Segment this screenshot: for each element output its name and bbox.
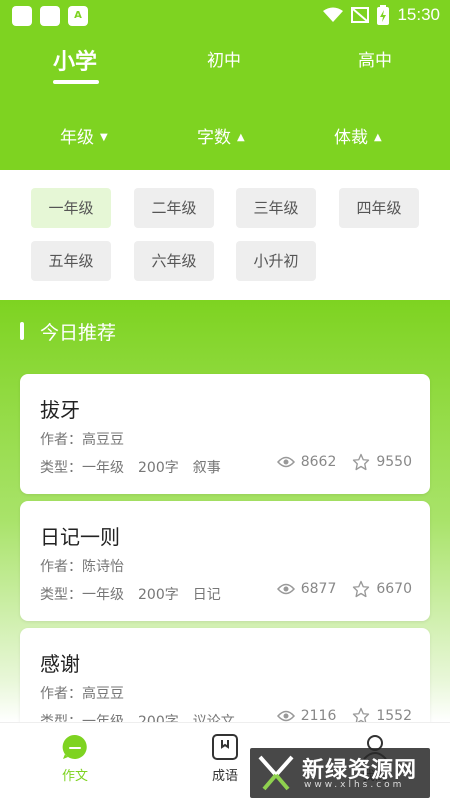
article-meta: 类型：一年级 200字 日记 (40, 584, 235, 604)
article-author: 作者：陈诗怡 (40, 559, 124, 575)
star-icon[interactable] (352, 453, 370, 471)
article-meta: 类型：一年级 200字 叙事 (40, 457, 235, 477)
view-count: 6877 (300, 581, 337, 597)
filter-word-count-label: 字数 (197, 128, 231, 148)
article-title: 感谢 (40, 652, 80, 676)
header: 小学 初中 高中 年级 ▼ 字数 ▲ 体裁 ▲ (0, 32, 450, 170)
eye-icon (276, 583, 295, 595)
notification-icon (12, 6, 32, 26)
clock: 15:30 (397, 5, 440, 24)
app-notification-icon: A (68, 6, 88, 26)
view-count: 8662 (300, 454, 337, 470)
article-card[interactable]: 拔牙 作者：高豆豆 类型：一年级 200字 叙事 8662 9550 (20, 374, 430, 494)
star-icon[interactable] (352, 707, 370, 722)
article-card[interactable]: 感谢 作者：高豆豆 类型：一年级 200字 议论文 2116 1552 (20, 628, 430, 722)
article-stats: 8662 9550 (276, 453, 412, 471)
eye-icon (276, 710, 295, 722)
article-genre: 日记 (192, 587, 221, 603)
recommendation-section: 今日推荐 拔牙 作者：高豆豆 类型：一年级 200字 叙事 8662 9550 日记… (0, 300, 450, 722)
essay-icon (62, 734, 87, 759)
watermark: 新绿资源网 www.xlhs.com (250, 748, 430, 798)
star-count: 6670 (376, 581, 412, 597)
article-type: 类型：一年级 (40, 587, 124, 603)
grade-chip-graduation[interactable]: 小升初 (236, 241, 316, 281)
tab-primary-school[interactable]: 小学 (53, 44, 97, 76)
section-title: 今日推荐 (40, 322, 117, 344)
grade-selector: 一年级 二年级 三年级 四年级 五年级 六年级 小升初 (0, 170, 450, 300)
watermark-url: www.xlhs.com (304, 780, 405, 790)
article-words: 200字 (138, 714, 179, 722)
article-meta: 类型：一年级 200字 议论文 (40, 711, 249, 722)
caret-up-icon: ▲ (237, 132, 245, 143)
filter-grade-label: 年级 (60, 128, 94, 148)
article-genre: 议论文 (192, 714, 235, 722)
section-marker (20, 322, 24, 340)
article-title: 拔牙 (40, 398, 80, 422)
article-words: 200字 (138, 587, 179, 603)
eye-icon (276, 456, 295, 468)
tab-indicator (53, 80, 99, 84)
article-stats: 6877 6670 (276, 580, 412, 598)
article-type: 类型：一年级 (40, 714, 124, 722)
status-bar: A 15:30 (0, 0, 450, 32)
grade-chip-1[interactable]: 一年级 (31, 188, 111, 228)
star-icon[interactable] (352, 580, 370, 598)
article-words: 200字 (138, 460, 179, 476)
star-count: 9550 (376, 454, 412, 470)
article-genre: 叙事 (192, 460, 221, 476)
notification-icon (40, 6, 60, 26)
article-type: 类型：一年级 (40, 460, 124, 476)
article-stats: 2116 1552 (276, 707, 412, 722)
filter-genre-label: 体裁 (334, 128, 368, 148)
article-title: 日记一则 (40, 525, 120, 549)
nav-essay-label: 作文 (61, 769, 88, 784)
grade-chip-6[interactable]: 六年级 (134, 241, 214, 281)
filter-genre[interactable]: 体裁 ▲ (334, 123, 382, 148)
grade-chip-4[interactable]: 四年级 (339, 188, 419, 228)
idiom-icon (212, 734, 238, 760)
article-author: 作者：高豆豆 (40, 686, 124, 702)
grade-chip-3[interactable]: 三年级 (236, 188, 316, 228)
tab-middle-school[interactable]: 初中 (207, 46, 241, 71)
watermark-logo-icon (258, 755, 294, 791)
caret-down-icon: ▼ (100, 132, 108, 143)
filter-grade[interactable]: 年级 ▼ (60, 123, 108, 148)
no-signal-icon (351, 7, 370, 23)
article-author: 作者：高豆豆 (40, 432, 124, 448)
grade-chip-5[interactable]: 五年级 (31, 241, 111, 281)
filter-word-count[interactable]: 字数 ▲ (197, 123, 245, 148)
article-card[interactable]: 日记一则 作者：陈诗怡 类型：一年级 200字 日记 6877 6670 (20, 501, 430, 621)
nav-essay[interactable]: 作文 (35, 733, 115, 784)
caret-up-icon: ▲ (374, 132, 382, 143)
wifi-icon (323, 7, 344, 22)
tab-high-school[interactable]: 高中 (358, 46, 392, 71)
view-count: 2116 (300, 708, 337, 722)
battery-charging-icon (377, 5, 390, 25)
grade-chip-2[interactable]: 二年级 (134, 188, 214, 228)
star-count: 1552 (376, 708, 412, 722)
